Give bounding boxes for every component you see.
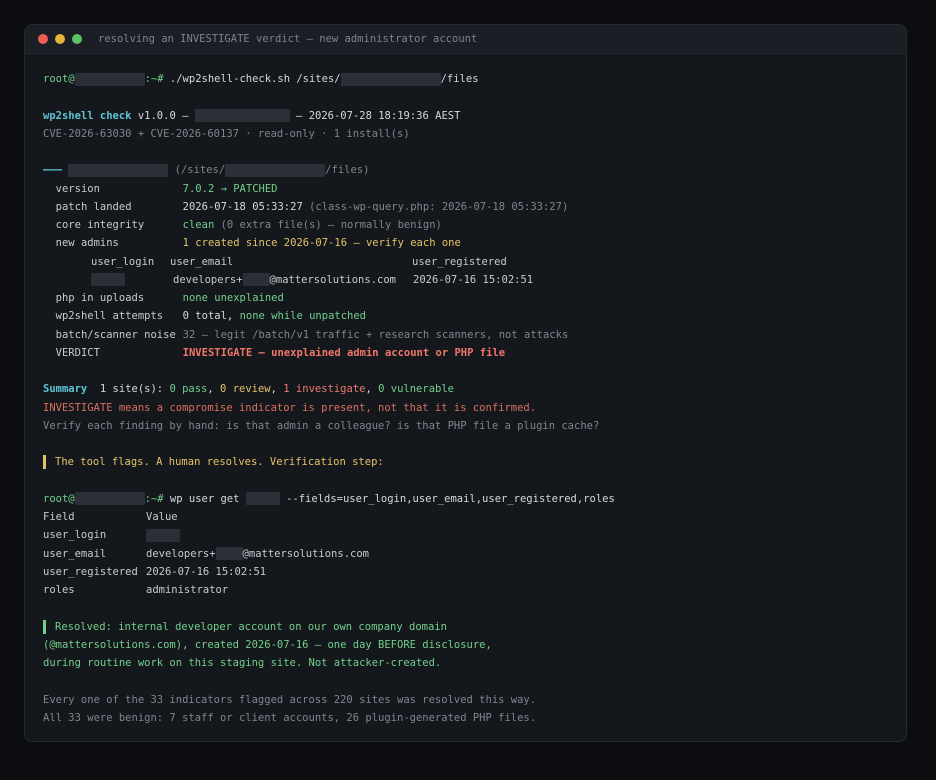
redacted-site-path xyxy=(225,163,326,177)
row-attempts: wp2shell attempts 0 total, none while unp… xyxy=(55,310,366,323)
table-row: roles administrator xyxy=(43,584,229,596)
admin-columns: user_login user_email user_registered xyxy=(91,255,507,268)
footer-line-1: Every one of the 33 indicators flagged a… xyxy=(43,693,537,706)
title-bar: resolving an INVESTIGATE verdict — new a… xyxy=(25,25,906,54)
terminal-window: resolving an INVESTIGATE verdict — new a… xyxy=(24,24,907,742)
callout-bar xyxy=(43,455,46,470)
cve-line: CVE-2026-63030 + CVE-2026-60137 · read-o… xyxy=(43,127,410,140)
site-path: (/sites/ xyxy=(174,164,226,177)
row-patch: patch landed 2026-07-18 05:33:27 (class-w… xyxy=(55,200,569,213)
redacted-hostname xyxy=(74,72,145,86)
table-header: Field Value xyxy=(43,511,178,523)
redacted-site-title xyxy=(68,163,169,177)
command-line-2: root@:~# wp user get --fields=user_login… xyxy=(43,492,615,506)
run-timestamp: — 2026-07-28 18:19:36 AEST xyxy=(289,109,461,122)
command-line-1: root@ :~# ./wp2shell-check.sh /sites/ /fil… xyxy=(43,70,906,88)
row-admins: new admins 1 created since 2026-07-16 — v… xyxy=(55,237,461,250)
site-path-tail: /files) xyxy=(325,164,370,177)
redacted-user-id xyxy=(245,492,280,506)
summary-label: Summary xyxy=(43,383,88,396)
admin-row: developers+ @mattersolutions.com 2026-07-1… xyxy=(43,271,906,289)
resolved-bar xyxy=(43,619,46,634)
site-header: ——— (/sites/ /files) xyxy=(43,161,906,179)
resolved-line-3: during routine work on this staging site… xyxy=(43,657,442,669)
footer-line-2: All 33 were benign: 7 staff or client ac… xyxy=(43,711,537,724)
redacted-hostname xyxy=(74,492,145,506)
prompt-user: root@ xyxy=(43,73,75,85)
row-php: php in uploads none unexplained xyxy=(55,292,284,304)
maximize-window-button[interactable] xyxy=(72,34,82,44)
redacted-host xyxy=(194,109,290,122)
row-core: core integrity clean (0 extra file(s) — n… xyxy=(55,219,442,231)
summary-note-1: INVESTIGATE means a compromise indicator… xyxy=(43,401,537,414)
redacted-email-part xyxy=(215,547,243,560)
table-row: user_email developers+ @mattersolutions.co… xyxy=(43,547,369,560)
table-row: user_login xyxy=(43,526,906,544)
redacted-user-login xyxy=(146,528,180,542)
window-title: resolving an INVESTIGATE verdict — new a… xyxy=(98,33,478,45)
table-row: user_registered 2026-07-16 15:02:51 xyxy=(43,565,267,578)
row-noise: batch/scanner noise 32 — legit /batch/v1 … xyxy=(55,328,569,341)
resolved-line-2: (@mattersolutions.com), created 2026-07-… xyxy=(43,638,492,651)
callout-verification: The tool flags. A human resolves. Verifi… xyxy=(43,453,906,471)
row-version: version 7.0.2 → PATCHED xyxy=(55,182,278,195)
command-text-tail: /files xyxy=(440,73,479,85)
prompt-tail: :~# xyxy=(144,73,170,85)
tool-version: v1.0.0 — xyxy=(131,109,195,122)
redacted-email-part xyxy=(242,273,270,287)
command-text: ./wp2shell-check.sh /sites/ xyxy=(169,73,341,85)
close-window-button[interactable] xyxy=(38,34,48,44)
tool-header: wp2shell check v1.0.0 — — 2026-07-28 18:… xyxy=(43,107,906,125)
site-dash: ——— xyxy=(43,164,62,177)
resolved-line-1: Resolved: internal developer account on … xyxy=(43,618,906,636)
redacted-site-name xyxy=(340,72,441,86)
redacted-user-login xyxy=(91,273,125,287)
row-verdict: VERDICT INVESTIGATE — unexplained admin a… xyxy=(55,346,506,359)
summary-note-2: Verify each finding by hand: is that adm… xyxy=(43,419,600,432)
tool-name: wp2shell check xyxy=(43,109,132,122)
terminal-output[interactable]: root@ :~# ./wp2shell-check.sh /sites/ /fil… xyxy=(25,54,906,727)
summary-line: Summary 1 site(s): 0 pass, 0 review, 1 i… xyxy=(43,383,454,396)
minimize-window-button[interactable] xyxy=(55,34,65,44)
